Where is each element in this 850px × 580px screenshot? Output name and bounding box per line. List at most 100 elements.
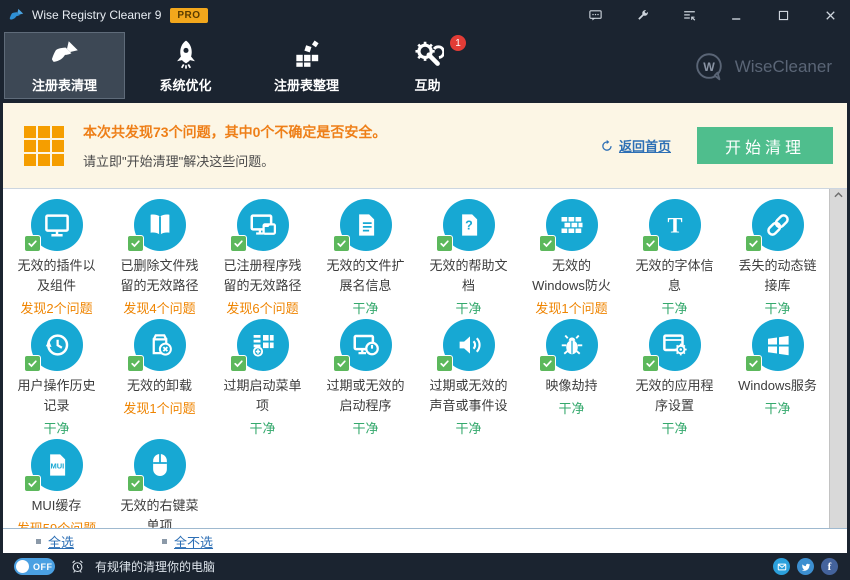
scan-category-tile[interactable]: 无效的卸载 发现1个问题: [108, 313, 211, 433]
checkbox-checked-icon[interactable]: [436, 355, 453, 372]
scroll-up-arrow-icon[interactable]: [830, 192, 847, 198]
tile-label: 丢失的动态链接库: [733, 256, 823, 296]
menu-icon[interactable]: [682, 8, 697, 23]
nav-tab-label: 注册表整理: [274, 75, 339, 94]
tile-icon-wrap: [752, 199, 804, 251]
checkbox-checked-icon[interactable]: [127, 355, 144, 372]
scan-category-tile[interactable]: 过期启动菜单项 干净: [211, 313, 314, 433]
nav-tab-registry-defrag[interactable]: 注册表整理: [246, 32, 367, 99]
scan-category-tile[interactable]: ? 无效的帮助文档 干净: [417, 193, 520, 313]
scan-grid-icon: [24, 126, 64, 166]
scan-results-area: 无效的插件以及组件 发现2个问题 已删除文件残留的无效路径 发现4个问题 已注册…: [3, 189, 847, 528]
checkbox-checked-icon[interactable]: [539, 235, 556, 252]
select-none-link[interactable]: 全不选: [162, 532, 213, 551]
tile-icon-wrap: [134, 319, 186, 371]
tile-label: 已注册程序残留的无效路径: [218, 256, 308, 296]
vertical-scrollbar[interactable]: [829, 189, 847, 528]
nav-tab-help[interactable]: 互助 1: [367, 32, 488, 99]
nav-tab-label: 注册表清理: [32, 75, 97, 94]
toggle-label: OFF: [33, 562, 53, 572]
tile-icon-wrap: [649, 319, 701, 371]
scan-category-tile[interactable]: 已注册程序残留的无效路径 发现6个问题: [211, 193, 314, 313]
nav-tab-label: 系统优化: [159, 75, 211, 94]
checkbox-checked-icon[interactable]: [24, 355, 41, 372]
checkbox-checked-icon[interactable]: [333, 355, 350, 372]
mail-icon[interactable]: [773, 558, 790, 575]
start-clean-button[interactable]: 开始清理: [697, 127, 833, 164]
checkbox-checked-icon[interactable]: [539, 355, 556, 372]
checkbox-checked-icon[interactable]: [333, 235, 350, 252]
nav-tab-system-tuneup[interactable]: 系统优化: [125, 32, 246, 99]
checkbox-checked-icon[interactable]: [127, 475, 144, 492]
tile-icon-wrap: MUI: [31, 439, 83, 491]
checkbox-checked-icon[interactable]: [24, 475, 41, 492]
result-banner: 本次共发现73个问题，其中0个不确定是否安全。 请立即"开始清理"解决这些问题。…: [3, 103, 847, 189]
scan-category-tile[interactable]: Windows服务 干净: [726, 313, 829, 433]
checkbox-checked-icon[interactable]: [745, 235, 762, 252]
tile-icon-wrap: [134, 439, 186, 491]
toggle-knob: [16, 560, 29, 573]
maximize-icon[interactable]: [776, 8, 791, 23]
scan-category-tile[interactable]: 过期或无效的声音或事件设 干净: [417, 313, 520, 433]
tile-label: 无效的Windows防火: [527, 256, 617, 296]
scan-category-tile[interactable]: 过期或无效的启动程序 干净: [314, 313, 417, 433]
scan-category-tile[interactable]: 无效的右键菜单项: [108, 433, 211, 528]
alarm-clock-icon: [70, 559, 85, 574]
status-message: 有规律的清理你的电脑: [95, 558, 215, 575]
facebook-icon[interactable]: f: [821, 558, 838, 575]
checkbox-checked-icon[interactable]: [745, 355, 762, 372]
tile-label: 无效的插件以及组件: [12, 256, 102, 296]
scan-category-tile[interactable]: 丢失的动态链接库 干净: [726, 193, 829, 313]
scan-category-tile[interactable]: MUI MUI缓存 发现59个问题: [5, 433, 108, 528]
tile-status: 干净: [455, 418, 481, 437]
select-all-label: 全选: [48, 532, 74, 551]
tile-label: 过期或无效的启动程序: [321, 376, 411, 416]
scan-category-tile[interactable]: 映像劫持 干净: [520, 313, 623, 433]
minimize-icon[interactable]: [729, 8, 744, 23]
checkbox-checked-icon[interactable]: [127, 235, 144, 252]
close-icon[interactable]: [823, 8, 838, 23]
social-links: f: [773, 558, 838, 575]
tile-label: 无效的文件扩展名信息: [321, 256, 411, 296]
tile-label: 已删除文件残留的无效路径: [115, 256, 205, 296]
scan-category-tile[interactable]: 用户操作历史记录 干净: [5, 313, 108, 433]
scan-category-tile[interactable]: 无效的应用程序设置 干净: [623, 313, 726, 433]
pro-badge: PRO: [170, 8, 207, 23]
tile-status: 发现1个问题: [123, 398, 195, 417]
gear-wrench-icon: [412, 38, 444, 70]
tile-label: 无效的字体信息: [630, 256, 720, 296]
scan-category-tile[interactable]: 无效的文件扩展名信息 干净: [314, 193, 417, 313]
selection-footer: 全选 全不选: [3, 528, 847, 553]
scan-category-tile[interactable]: 已删除文件残留的无效路径 发现4个问题: [108, 193, 211, 313]
tile-label: 无效的应用程序设置: [630, 376, 720, 416]
twitter-icon[interactable]: [797, 558, 814, 575]
checkbox-checked-icon[interactable]: [230, 235, 247, 252]
tile-icon-wrap: [443, 319, 495, 371]
nav-tab-registry-cleaner[interactable]: 注册表清理: [4, 32, 125, 99]
feedback-icon[interactable]: [588, 8, 603, 23]
back-home-link[interactable]: 返回首页: [600, 136, 671, 155]
schedule-toggle[interactable]: OFF: [14, 558, 55, 575]
main-frame: 本次共发现73个问题，其中0个不确定是否安全。 请立即"开始清理"解决这些问题。…: [0, 103, 850, 553]
scan-category-tile[interactable]: T 无效的字体信息 干净: [623, 193, 726, 313]
support-wrench-icon[interactable]: [635, 8, 650, 23]
tile-icon-wrap: ?: [443, 199, 495, 251]
scan-category-tile[interactable]: 无效的插件以及组件 发现2个问题: [5, 193, 108, 313]
select-all-link[interactable]: 全选: [36, 532, 74, 551]
checkbox-checked-icon[interactable]: [24, 235, 41, 252]
tile-icon-wrap: [340, 319, 392, 371]
svg-text:W: W: [703, 59, 715, 73]
tile-icon-wrap: [134, 199, 186, 251]
tile-icon-wrap: [237, 319, 289, 371]
checkbox-checked-icon[interactable]: [230, 355, 247, 372]
svg-text:T: T: [667, 213, 682, 238]
navbar: 注册表清理 系统优化 注册表整理 互助 1 W WiseCleaner: [0, 30, 850, 103]
scan-category-tile[interactable]: 无效的Windows防火 发现1个问题: [520, 193, 623, 313]
nav-tab-badge: 1: [450, 35, 466, 51]
checkbox-checked-icon[interactable]: [436, 235, 453, 252]
banner-text: 本次共发现73个问题，其中0个不确定是否安全。 请立即"开始清理"解决这些问题。: [83, 122, 386, 170]
checkbox-checked-icon[interactable]: [642, 235, 659, 252]
app-window: Wise Registry Cleaner 9 PRO: [0, 0, 850, 580]
checkbox-checked-icon[interactable]: [642, 355, 659, 372]
tile-icon-wrap: [31, 199, 83, 251]
